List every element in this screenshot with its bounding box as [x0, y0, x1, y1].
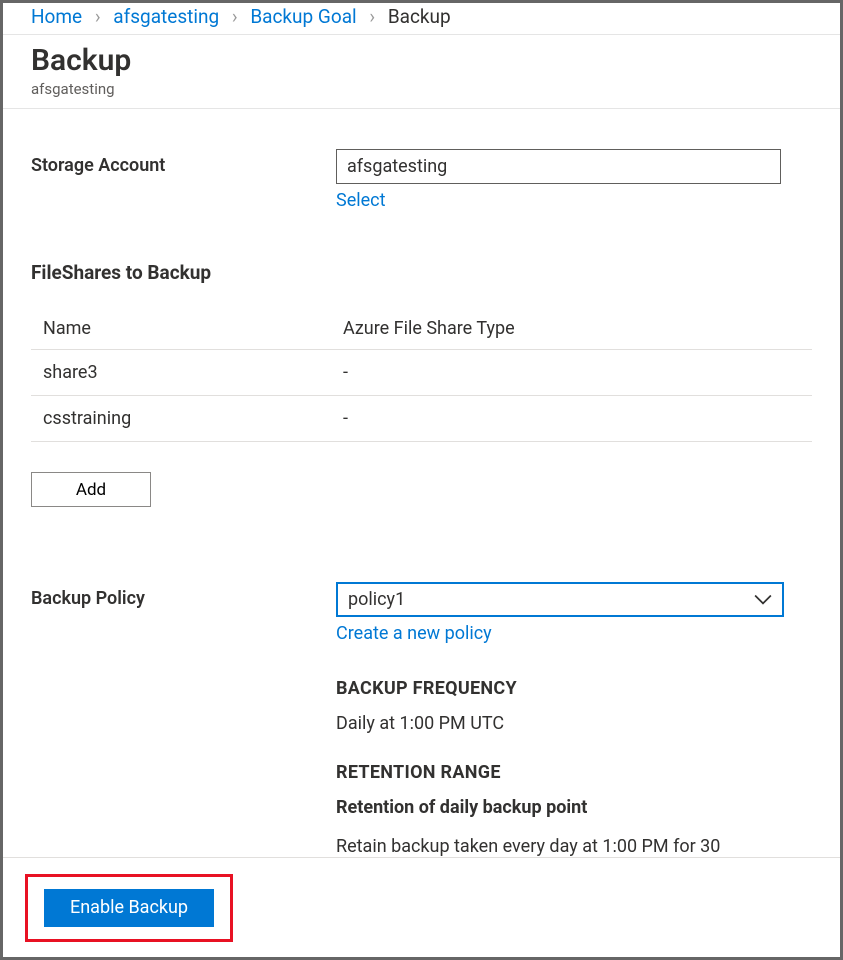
fileshare-type: -: [331, 396, 812, 442]
policy-details: BACKUP FREQUENCY Daily at 1:00 PM UTC RE…: [336, 678, 812, 857]
fileshares-heading: FileShares to Backup: [31, 261, 812, 284]
fileshare-type: -: [331, 350, 812, 396]
backup-frequency-label: BACKUP FREQUENCY: [336, 678, 812, 699]
retention-range-label: RETENTION RANGE: [336, 762, 812, 783]
backup-policy-selected-value: policy1: [348, 589, 405, 610]
fileshares-col-name: Name: [31, 308, 331, 350]
retention-daily-label: Retention of daily backup point: [336, 797, 812, 818]
backup-policy-label: Backup Policy: [31, 582, 336, 609]
breadcrumb-home[interactable]: Home: [31, 5, 82, 28]
chevron-down-icon: [754, 591, 772, 609]
breadcrumb-goal[interactable]: Backup Goal: [250, 5, 356, 28]
breadcrumb-current: Backup: [388, 5, 451, 28]
fileshares-table: Name Azure File Share Type share3 - csst…: [31, 308, 812, 442]
chevron-right-icon: ›: [95, 5, 101, 28]
enable-backup-button[interactable]: Enable Backup: [44, 889, 214, 927]
chevron-right-icon: ›: [232, 5, 238, 28]
page-subtitle: afsgatesting: [31, 80, 812, 98]
fileshares-col-type: Azure File Share Type: [331, 308, 812, 350]
fileshare-name: share3: [31, 350, 331, 396]
table-row[interactable]: share3 -: [31, 350, 812, 396]
select-storage-account-link[interactable]: Select: [336, 190, 385, 211]
fileshares-section: FileShares to Backup Name Azure File Sha…: [31, 261, 812, 507]
table-row[interactable]: csstraining -: [31, 396, 812, 442]
retention-daily-value: Retain backup taken every day at 1:00 PM…: [336, 836, 812, 857]
footer: Enable Backup: [3, 857, 840, 957]
backup-policy-select[interactable]: policy1: [336, 582, 784, 617]
create-policy-link[interactable]: Create a new policy: [336, 623, 492, 644]
chevron-right-icon: ›: [369, 5, 375, 28]
storage-account-input[interactable]: [336, 149, 781, 184]
backup-policy-row: Backup Policy policy1 Create a new polic…: [31, 582, 812, 857]
add-fileshare-button[interactable]: Add: [31, 472, 151, 507]
breadcrumb-resource[interactable]: afsgatesting: [113, 5, 219, 28]
storage-account-label: Storage Account: [31, 149, 336, 176]
page-header: Backup afsgatesting: [3, 35, 840, 109]
breadcrumb: Home › afsgatesting › Backup Goal › Back…: [3, 3, 840, 35]
storage-account-row: Storage Account Select: [31, 149, 812, 211]
fileshare-name: csstraining: [31, 396, 331, 442]
enable-backup-highlight: Enable Backup: [25, 874, 233, 942]
page-title: Backup: [31, 43, 812, 79]
backup-frequency-value: Daily at 1:00 PM UTC: [336, 713, 812, 734]
